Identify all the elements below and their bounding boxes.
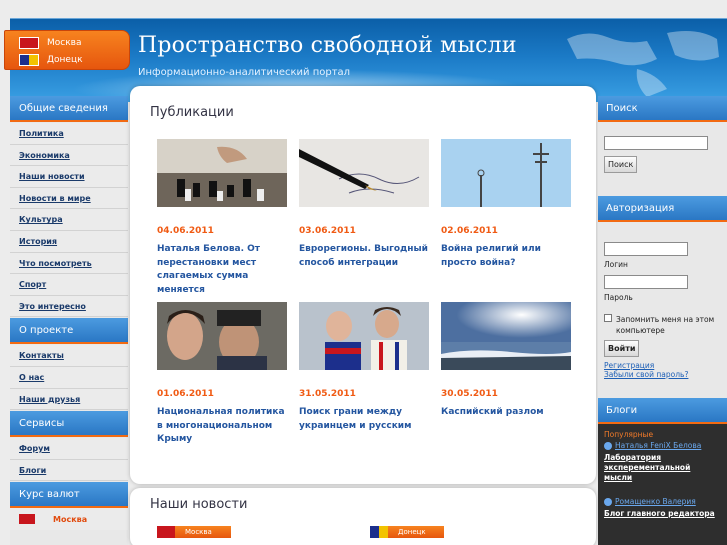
publication-title[interactable]: Национальная политика в многонационально…: [157, 406, 287, 447]
publication-date: 04.06.2011: [157, 226, 214, 236]
general-heading: Общие сведения: [10, 96, 128, 122]
menu-item-history[interactable]: История: [10, 230, 128, 253]
remember-checkbox[interactable]: [604, 314, 612, 322]
general-menu: Политика Экономика Наши новости Новости …: [10, 122, 128, 318]
auth-heading: Авторизация: [598, 196, 727, 222]
publication-card[interactable]: 01.06.2011 Национальная политика в много…: [157, 302, 287, 447]
user-icon: [604, 441, 612, 450]
publications-title: Публикации: [150, 105, 234, 120]
news-tab-donetsk-label: Донецк: [388, 526, 444, 538]
blogs-popular-label: Популярные: [604, 430, 654, 439]
currency-heading: Курс валют: [10, 482, 128, 509]
blog-title-link[interactable]: Блог главного редактора: [604, 509, 721, 519]
donetsk-flag-icon: [370, 526, 388, 538]
search-heading: Поиск: [598, 96, 727, 122]
blog-user-name: Наталья FeniX Белова: [615, 441, 702, 450]
moscow-flag-icon: [157, 526, 175, 538]
left-sidebar: Общие сведения Политика Экономика Наши н…: [10, 96, 128, 545]
news-tab-moscow-label: Москва: [175, 526, 231, 538]
menu-item-about-us[interactable]: О нас: [10, 366, 128, 389]
publications-panel: Публикации 04.06.2011 Наталья Белова. От…: [130, 86, 596, 484]
donetsk-flag-icon: [19, 54, 39, 66]
news-panel: Наши новости Москва Донецк: [130, 488, 596, 545]
menu-item-sport[interactable]: Спорт: [10, 274, 128, 296]
right-sidebar: Поиск Поиск Авторизация Логин Пароль Зап…: [598, 96, 727, 545]
site-title[interactable]: Пространство свободной мысли: [138, 33, 517, 58]
publication-card[interactable]: 02.06.2011 Война религий или просто войн…: [441, 139, 571, 270]
currency-row: Москва: [10, 508, 128, 531]
publication-card[interactable]: 03.06.2011 Еврорегионы. Выгодный способ …: [299, 139, 429, 270]
publication-card[interactable]: 30.05.2011 Каспийский разлом: [441, 302, 571, 420]
search-box: Поиск: [598, 122, 727, 196]
forgot-password-link[interactable]: Забыли свой пароль?: [604, 370, 721, 379]
menu-item-culture[interactable]: Культура: [10, 209, 128, 231]
news-tab-moscow[interactable]: Москва: [157, 526, 231, 538]
menu-item-economy[interactable]: Экономика: [10, 144, 128, 167]
menu-item-interesting[interactable]: Это интересно: [10, 295, 128, 318]
city-switcher: Москва Донецк: [4, 30, 130, 70]
blogs-box: Популярные Наталья FeniX Белова Лаборато…: [598, 424, 727, 545]
city-donetsk[interactable]: Донецк: [19, 52, 83, 68]
publication-date: 03.06.2011: [299, 226, 356, 236]
news-title: Наши новости: [150, 497, 248, 512]
password-label: Пароль: [604, 293, 633, 302]
blog-user-link[interactable]: Ромащенко Валерия: [604, 497, 721, 506]
search-input[interactable]: [604, 136, 708, 150]
menu-item-our-news[interactable]: Наши новости: [10, 166, 128, 188]
publication-title[interactable]: Война религий или просто война?: [441, 243, 571, 270]
login-button[interactable]: Войти: [604, 340, 640, 357]
publication-date: 01.06.2011: [157, 389, 214, 399]
publication-image-chess[interactable]: [157, 139, 287, 207]
blog-title-link[interactable]: Лаборатория эксперементальной мысли: [604, 453, 721, 483]
search-button[interactable]: Поиск: [604, 156, 638, 173]
moscow-flag-icon: [19, 37, 39, 49]
currency-city: Москва: [53, 514, 88, 524]
publication-date: 31.05.2011: [299, 389, 356, 399]
blog-user-name: Ромащенко Валерия: [615, 497, 696, 506]
remember-label: Запомнить меня на этом компьютере: [616, 315, 715, 335]
publication-date: 02.06.2011: [441, 226, 498, 236]
news-tab-donetsk[interactable]: Донецк: [370, 526, 444, 538]
menu-item-blogs[interactable]: Блоги: [10, 459, 128, 482]
publication-title[interactable]: Еврорегионы. Выгодный способ интеграции: [299, 243, 429, 270]
menu-item-friends[interactable]: Наши друзья: [10, 388, 128, 411]
password-input[interactable]: [604, 275, 688, 289]
user-icon: [604, 497, 612, 506]
publication-image-people[interactable]: [157, 302, 287, 370]
moscow-flag-icon: [19, 514, 35, 525]
services-menu: Форум Блоги: [10, 437, 128, 482]
remember-row: Запомнить меня на этом компьютере: [604, 314, 721, 336]
city-moscow-label: Москва: [47, 38, 82, 48]
register-link[interactable]: Регистрация: [604, 361, 721, 370]
publication-image-pen[interactable]: [299, 139, 429, 207]
services-heading: Сервисы: [10, 411, 128, 438]
city-moscow[interactable]: Москва: [19, 35, 81, 51]
publication-card[interactable]: 31.05.2011 Поиск грани между украинцем и…: [299, 302, 429, 433]
menu-item-politics[interactable]: Политика: [10, 123, 128, 145]
publication-title[interactable]: Поиск грани между украинцем и русским: [299, 406, 429, 433]
publication-image-cross[interactable]: [441, 139, 571, 207]
page: Пространство свободной мысли Информацион…: [0, 0, 727, 545]
publication-date: 30.05.2011: [441, 389, 498, 399]
menu-item-forum[interactable]: Форум: [10, 438, 128, 460]
menu-item-contacts[interactable]: Контакты: [10, 345, 128, 367]
blogs-heading: Блоги: [598, 398, 727, 424]
city-donetsk-label: Донецк: [47, 55, 83, 65]
login-label: Логин: [604, 260, 628, 269]
publication-image-men[interactable]: [299, 302, 429, 370]
site-subtitle: Информационно-аналитический портал: [138, 67, 351, 78]
blog-user-link[interactable]: Наталья FeniX Белова: [604, 441, 721, 450]
menu-item-world-news[interactable]: Новости в мире: [10, 187, 128, 210]
publication-title[interactable]: Наталья Белова. От перестановки мест сла…: [157, 243, 287, 297]
publication-title[interactable]: Каспийский разлом: [441, 406, 571, 420]
about-heading: О проекте: [10, 318, 128, 345]
about-menu: Контакты О нас Наши друзья: [10, 344, 128, 411]
login-input[interactable]: [604, 242, 688, 256]
publication-card[interactable]: 04.06.2011 Наталья Белова. От перестанов…: [157, 139, 287, 297]
auth-box: Логин Пароль Запомнить меня на этом комп…: [598, 222, 727, 398]
publication-image-sea[interactable]: [441, 302, 571, 370]
menu-item-what-to-watch[interactable]: Что посмотреть: [10, 252, 128, 275]
